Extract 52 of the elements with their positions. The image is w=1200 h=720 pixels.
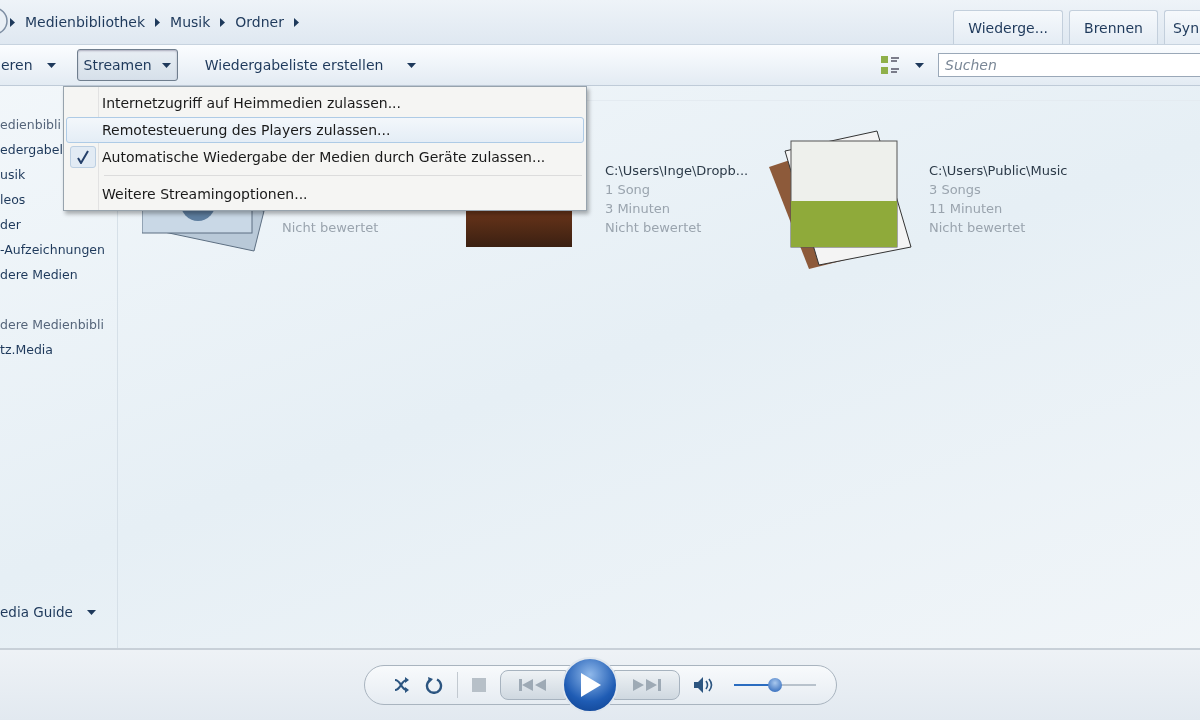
menu-item[interactable]: Remotesteuerung des Players zulassen... xyxy=(66,117,584,143)
caret-icon xyxy=(46,62,56,68)
toolbar-menu-button[interactable]: Wiedergabeliste erstellen xyxy=(197,49,424,81)
sidebar-item[interactable]: tz.Media xyxy=(0,337,53,362)
breadcrumb-arrow-icon[interactable] xyxy=(293,17,299,27)
album-detail: 1 Song xyxy=(605,181,652,199)
toolbar-menu-button[interactable]: eren xyxy=(0,49,63,81)
album-detail: Nicht bewertet xyxy=(282,219,380,237)
tab[interactable]: Wiederge... xyxy=(953,10,1064,44)
shuffle-icon[interactable] xyxy=(392,676,411,694)
menu-item[interactable]: Automatische Wiedergabe der Medien durch Geräte zulassen... xyxy=(66,144,584,170)
menu-item[interactable]: Weitere Streamingoptionen... xyxy=(66,181,584,207)
skip-back-icon xyxy=(518,679,547,691)
play-icon xyxy=(578,673,601,697)
caret-icon[interactable] xyxy=(915,62,924,68)
album-detail: 3 Songs xyxy=(929,181,982,199)
sidebar-header: dere Medienbibli xyxy=(0,316,104,334)
checkmark-icon xyxy=(77,150,89,164)
album-title: C:\Users\Public\Music xyxy=(929,162,1069,180)
sidebar-item[interactable]: edia Guide xyxy=(0,600,73,625)
sidebar-item[interactable]: usik xyxy=(0,162,26,187)
album-detail: 11 Minuten xyxy=(929,200,1004,218)
skip-forward-icon xyxy=(632,679,661,691)
tab[interactable]: Brennen xyxy=(1069,10,1158,44)
breadcrumb-item[interactable]: Musik xyxy=(170,14,211,30)
sidebar-header: edienbibli xyxy=(0,116,61,134)
breadcrumb-arrow-icon[interactable] xyxy=(220,17,226,27)
album-detail: Nicht bewertet xyxy=(605,219,703,237)
album-detail: Nicht bewertet xyxy=(929,219,1027,237)
slider-thumb[interactable] xyxy=(767,678,782,692)
volume-icon[interactable] xyxy=(693,677,714,693)
tab[interactable]: Syn xyxy=(1163,10,1200,44)
sidebar-item[interactable]: dere Medien xyxy=(0,262,78,287)
breadcrumb-arrow-icon[interactable] xyxy=(155,17,161,27)
toolbar-menu-button[interactable]: Streamen xyxy=(76,49,178,81)
sidebar-item[interactable]: der xyxy=(0,212,21,237)
breadcrumb-arrow-icon[interactable] xyxy=(10,17,15,27)
sidebar-item[interactable]: edergabel xyxy=(0,137,63,162)
caret-icon xyxy=(161,62,171,68)
sidebar-item[interactable]: leos xyxy=(0,187,26,212)
caret-icon[interactable] xyxy=(86,610,96,615)
caret-icon xyxy=(407,62,417,68)
next-button[interactable] xyxy=(613,670,680,700)
breadcrumb-item[interactable]: Medienbibliothek xyxy=(25,14,146,30)
search-field[interactable]: Suchen xyxy=(938,53,1200,77)
sidebar-item[interactable]: -Aufzeichnungen xyxy=(0,237,105,262)
album-detail: 3 Minuten xyxy=(605,200,672,218)
repeat-icon[interactable] xyxy=(424,676,443,694)
breadcrumb-item[interactable]: Ordner xyxy=(235,14,284,30)
album-title: C:\Users\Inge\Dropb... xyxy=(605,162,750,180)
menu-item[interactable]: Internetzugriff auf Heimmedien zulassen... xyxy=(66,90,584,116)
view-options-icon[interactable] xyxy=(881,54,901,76)
